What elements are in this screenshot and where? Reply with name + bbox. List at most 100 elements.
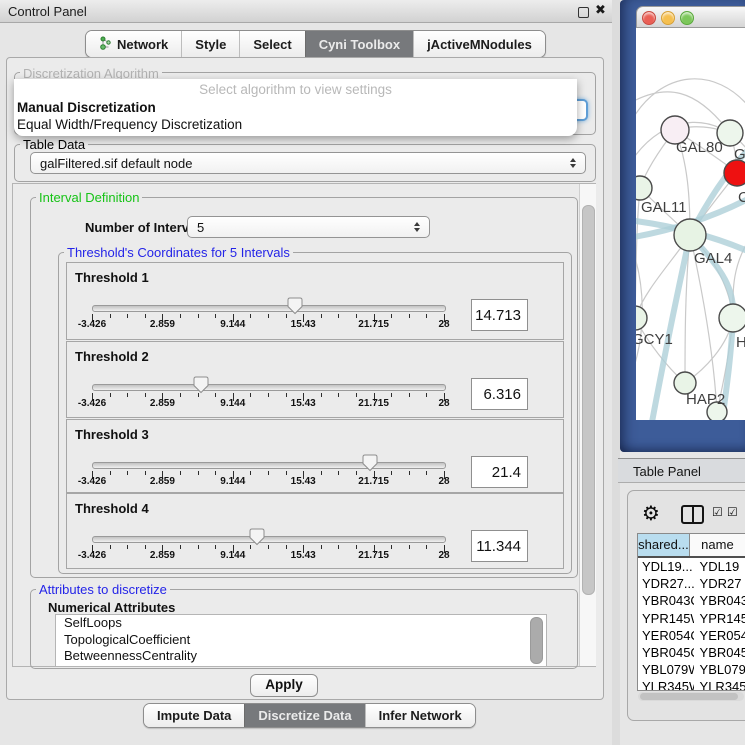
gear-icon[interactable]: ⚙ — [642, 501, 660, 525]
float-window-icon[interactable] — [578, 7, 589, 18]
horizontal-scrollbar-thumb[interactable] — [640, 693, 738, 700]
slider-thumb[interactable] — [193, 376, 209, 399]
dropdown-item-equal-width-frequency[interactable]: Equal Width/Frequency Discretization — [14, 116, 577, 133]
tab-style[interactable]: Style — [181, 31, 239, 57]
spinner-arrows-icon — [414, 222, 420, 232]
slider-tick — [180, 471, 181, 475]
threshold-panel-3: Threshold 3 -3.4262.8599.14415.4321.7152… — [66, 419, 564, 493]
close-icon[interactable]: ✖ — [595, 3, 606, 18]
tab-jactivemnodules[interactable]: jActiveMNodules — [413, 31, 545, 57]
network-edge — [636, 188, 640, 318]
close-traffic-light[interactable] — [642, 11, 656, 25]
apply-button[interactable]: Apply — [250, 674, 318, 697]
table-row[interactable]: YLR345WYLR345W — [638, 678, 745, 691]
table-row[interactable]: YBR043CYBR043C — [638, 592, 745, 609]
slider-thumb[interactable] — [249, 528, 265, 551]
numerical-attributes-list[interactable]: SelfLoopsTopologicalCoefficientBetweenne… — [55, 614, 547, 667]
table-row[interactable]: YBR045CYBR045C — [638, 644, 745, 661]
slider-tick-label: 2.859 — [150, 319, 175, 330]
slider-tick-label: -3.426 — [78, 398, 106, 409]
slider-tick — [268, 393, 269, 397]
vertical-scrollbar-thumb[interactable] — [582, 205, 595, 595]
slider-track[interactable] — [92, 536, 446, 543]
threshold-2-value-field[interactable]: 6.316 — [471, 378, 528, 410]
slider-tick-label: 21.715 — [358, 319, 389, 330]
panel-divider[interactable] — [612, 0, 620, 745]
slider-tick — [180, 545, 181, 549]
slider-tick — [409, 393, 410, 397]
slider-tick-label: 28 — [438, 319, 449, 330]
tab-impute-data[interactable]: Impute Data — [144, 704, 244, 727]
network-node[interactable] — [636, 176, 652, 200]
table-data-combobox[interactable]: galFiltered.sif default node — [30, 152, 586, 174]
tab-cyni-toolbox[interactable]: Cyni Toolbox — [305, 31, 413, 57]
number-of-intervals-spinner[interactable]: 5 — [187, 216, 430, 238]
slider-tick-label: 2.859 — [150, 476, 175, 487]
column-chooser-icon[interactable] — [681, 505, 704, 524]
attribute-list-item[interactable]: TopologicalCoefficient — [56, 632, 546, 649]
table-row[interactable]: YPR145WYPR145W — [638, 610, 745, 627]
screenshot-root: Control Panel ✖ Network Style Select Cyn… — [0, 0, 745, 745]
threshold-4-value-field[interactable]: 11.344 — [471, 530, 528, 562]
attributes-list-scrollbar[interactable] — [530, 617, 543, 664]
network-node[interactable] — [719, 304, 745, 332]
network-node[interactable] — [674, 219, 706, 251]
threshold-1-value-field[interactable]: 14.713 — [471, 299, 528, 331]
slider-tick-label: -3.426 — [78, 319, 106, 330]
tab-impute-data-label: Impute Data — [157, 708, 231, 723]
cell-name: YPR145W — [694, 611, 745, 626]
tab-network[interactable]: Network — [86, 31, 181, 57]
slider-tick — [145, 471, 146, 475]
slider-thumb[interactable] — [287, 297, 303, 320]
attribute-list-item[interactable]: SelfLoops — [56, 615, 546, 632]
table-row[interactable]: YDL19...YDL19 — [638, 558, 745, 575]
attribute-list-item[interactable]: BetweennessCentrality — [56, 648, 546, 665]
column-header-shared-name[interactable]: shared... — [638, 534, 690, 556]
network-canvas[interactable]: GAL80GACGAL11GAL4GCY1HHAP2 — [636, 28, 745, 420]
cell-name: YLR345W — [694, 679, 745, 691]
checkbox-icon-1[interactable]: ☑ — [712, 505, 723, 519]
slider-tick — [198, 314, 199, 318]
cell-name: YBR045C — [694, 645, 745, 660]
slider-tick — [321, 314, 322, 318]
slider-tick — [250, 471, 251, 475]
slider-track[interactable] — [92, 384, 446, 391]
network-graph[interactable]: GAL80GACGAL11GAL4GCY1HHAP2 — [636, 28, 745, 420]
table-row[interactable]: YBL079WYBL079W — [638, 661, 745, 678]
slider-tick — [145, 314, 146, 318]
slider-tick-label: 15.43 — [291, 550, 316, 561]
slider-tick-label: 28 — [438, 550, 449, 561]
slider-tick-label: 15.43 — [291, 476, 316, 487]
slider-track[interactable] — [92, 462, 446, 469]
table-panel-title: Table Panel — [633, 464, 701, 479]
tab-discretize-data[interactable]: Discretize Data — [244, 704, 364, 727]
horizontal-scrollbar[interactable] — [638, 692, 744, 701]
numerical-attributes-label: Numerical Attributes — [48, 600, 175, 615]
tab-network-label: Network — [117, 37, 168, 52]
vertical-scrollbar[interactable] — [579, 184, 596, 666]
network-edge — [636, 79, 745, 123]
tab-select[interactable]: Select — [239, 31, 304, 57]
table-row[interactable]: YER054CYER054C — [638, 627, 745, 644]
slider-tick — [391, 314, 392, 318]
tab-infer-network[interactable]: Infer Network — [365, 704, 475, 727]
slider-tick — [215, 545, 216, 549]
checkbox-icon-2[interactable]: ☑ — [727, 505, 738, 519]
algorithm-dropdown-popup: Select algorithm to view settings Manual… — [14, 79, 577, 136]
zoom-traffic-light[interactable] — [680, 11, 694, 25]
slider-tick — [127, 393, 128, 397]
network-node-label: GAL4 — [694, 250, 732, 267]
network-node[interactable] — [636, 306, 647, 330]
dropdown-item-manual-discretization[interactable]: Manual Discretization — [14, 99, 577, 116]
slider-track[interactable] — [92, 305, 446, 312]
table-row[interactable]: YDR27...YDR27 — [638, 575, 745, 592]
network-node[interactable] — [724, 160, 745, 186]
slider-tick — [215, 471, 216, 475]
slider-thumb[interactable] — [362, 454, 378, 477]
slider-tick-label: 9.144 — [220, 550, 245, 561]
threshold-3-value-field[interactable]: 21.4 — [471, 456, 528, 488]
minimize-traffic-light[interactable] — [661, 11, 675, 25]
slider-tick-label: 15.43 — [291, 319, 316, 330]
column-header-name[interactable]: name — [690, 534, 745, 556]
dropdown-prompt-item: Select algorithm to view settings — [14, 79, 577, 99]
